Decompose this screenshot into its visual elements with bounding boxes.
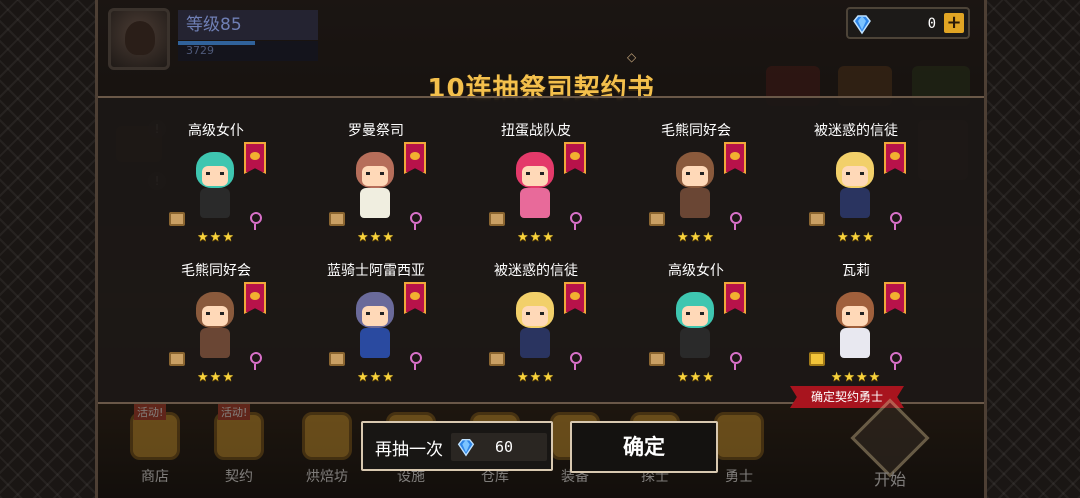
hero-sprite	[186, 148, 242, 222]
contract-scroll-icon	[649, 352, 665, 366]
hero-stars: ★★★	[677, 370, 715, 385]
hero-sprite	[186, 288, 242, 362]
hero-card[interactable]: 被迷惑的信徒 ★★★	[456, 260, 616, 400]
hero-name: 高级女仆	[668, 263, 724, 279]
class-banner-icon	[564, 282, 586, 314]
start-button[interactable]: 开始	[830, 398, 950, 498]
hero-name: 瓦莉	[842, 263, 870, 279]
contract-scroll-icon	[329, 352, 345, 366]
female-icon	[570, 212, 582, 230]
summon-price: 60	[451, 433, 547, 461]
hero-name: 毛熊同好会	[661, 123, 731, 139]
hero-stars: ★★★	[197, 230, 235, 245]
hero-name: 被迷惑的信徒	[494, 263, 578, 279]
contract-scroll-icon	[809, 212, 825, 226]
class-banner-icon	[244, 142, 266, 174]
hero-card[interactable]: 毛熊同好会 ★★★	[616, 120, 776, 260]
hero-sprite	[666, 148, 722, 222]
female-icon	[730, 212, 742, 230]
class-banner-icon	[564, 142, 586, 174]
hero-name: 被迷惑的信徒	[814, 123, 898, 139]
summon-again-label: 再抽一次	[375, 440, 443, 460]
contract-scroll-icon	[489, 212, 505, 226]
female-icon	[890, 352, 902, 370]
nav-label: 烘焙坊	[306, 469, 348, 485]
class-banner-icon	[724, 142, 746, 174]
hero-card[interactable]: 罗曼祭司 ★★★	[296, 120, 456, 260]
contract-scroll-icon	[169, 212, 185, 226]
nav-label: 契约	[225, 469, 253, 485]
confirm-button[interactable]: 确定	[570, 421, 718, 473]
hero-sprite	[826, 288, 882, 362]
left-ornate-panel	[0, 0, 98, 498]
class-banner-icon	[244, 282, 266, 314]
nav-tag: 活动!	[134, 404, 167, 420]
hero-stars: ★★★	[517, 230, 555, 245]
hero-sprite	[346, 288, 402, 362]
hero-stars: ★★★	[357, 370, 395, 385]
hero-name: 蓝骑士阿雷西亚	[327, 263, 425, 279]
contract-scroll-icon	[489, 352, 505, 366]
nav-item[interactable]: 烘焙坊	[284, 404, 370, 498]
hero-card[interactable]: 扭蛋战队皮 ★★★	[456, 120, 616, 260]
hero-stars: ★★★★	[830, 370, 882, 385]
hero-sprite	[346, 148, 402, 222]
summon-again-button[interactable]: 再抽一次 60	[361, 421, 553, 471]
right-ornate-panel	[984, 0, 1080, 498]
summon-price-value: 60	[495, 438, 514, 456]
hero-card[interactable]: 被迷惑的信徒 ★★★	[776, 120, 936, 260]
hero-name: 高级女仆	[188, 123, 244, 139]
hero-card[interactable]: 高级女仆 ★★★	[136, 120, 296, 260]
class-banner-icon	[404, 282, 426, 314]
hero-card[interactable]: 蓝骑士阿雷西亚 ★★★	[296, 260, 456, 400]
nav-item[interactable]: 活动! 商店	[112, 404, 198, 498]
class-banner-icon	[724, 282, 746, 314]
female-icon	[410, 352, 422, 370]
diamond-icon	[457, 438, 475, 457]
hero-stars: ★★★	[517, 370, 555, 385]
class-banner-icon	[884, 142, 906, 174]
nav-tag: 活动!	[218, 404, 251, 420]
hero-sprite	[506, 288, 562, 362]
hero-card[interactable]: 瓦莉 ★★★★	[776, 260, 936, 400]
female-icon	[570, 352, 582, 370]
hero-stars: ★★★	[197, 370, 235, 385]
title-ornament: ◇	[627, 50, 639, 64]
hero-stars: ★★★	[677, 230, 715, 245]
nav-icon	[714, 412, 764, 460]
contract-scroll-icon	[169, 352, 185, 366]
female-icon	[890, 212, 902, 230]
contract-scroll-icon	[329, 212, 345, 226]
female-icon	[730, 352, 742, 370]
hero-stars: ★★★	[357, 230, 395, 245]
nav-icon	[302, 412, 352, 460]
start-label: 开始	[873, 470, 906, 489]
contract-scroll-icon	[649, 212, 665, 226]
hero-name: 扭蛋战队皮	[501, 123, 571, 139]
class-banner-icon	[884, 282, 906, 314]
hero-name: 毛熊同好会	[181, 263, 251, 279]
hero-card[interactable]: 毛熊同好会 ★★★	[136, 260, 296, 400]
class-banner-icon	[404, 142, 426, 174]
nav-item[interactable]: 活动! 契约	[196, 404, 282, 498]
female-icon	[250, 212, 262, 230]
female-icon	[410, 212, 422, 230]
hero-sprite	[506, 148, 562, 222]
hero-name: 罗曼祭司	[348, 123, 404, 139]
contract-scroll-icon	[809, 352, 825, 366]
dialog-header: ◇ 10连抽祭司契约书	[98, 24, 984, 104]
female-icon	[250, 352, 262, 370]
hero-sprite	[666, 288, 722, 362]
hero-stars: ★★★	[837, 230, 875, 245]
nav-label: 商店	[141, 469, 169, 485]
hero-card[interactable]: 高级女仆 ★★★	[616, 260, 776, 400]
hero-sprite	[826, 148, 882, 222]
